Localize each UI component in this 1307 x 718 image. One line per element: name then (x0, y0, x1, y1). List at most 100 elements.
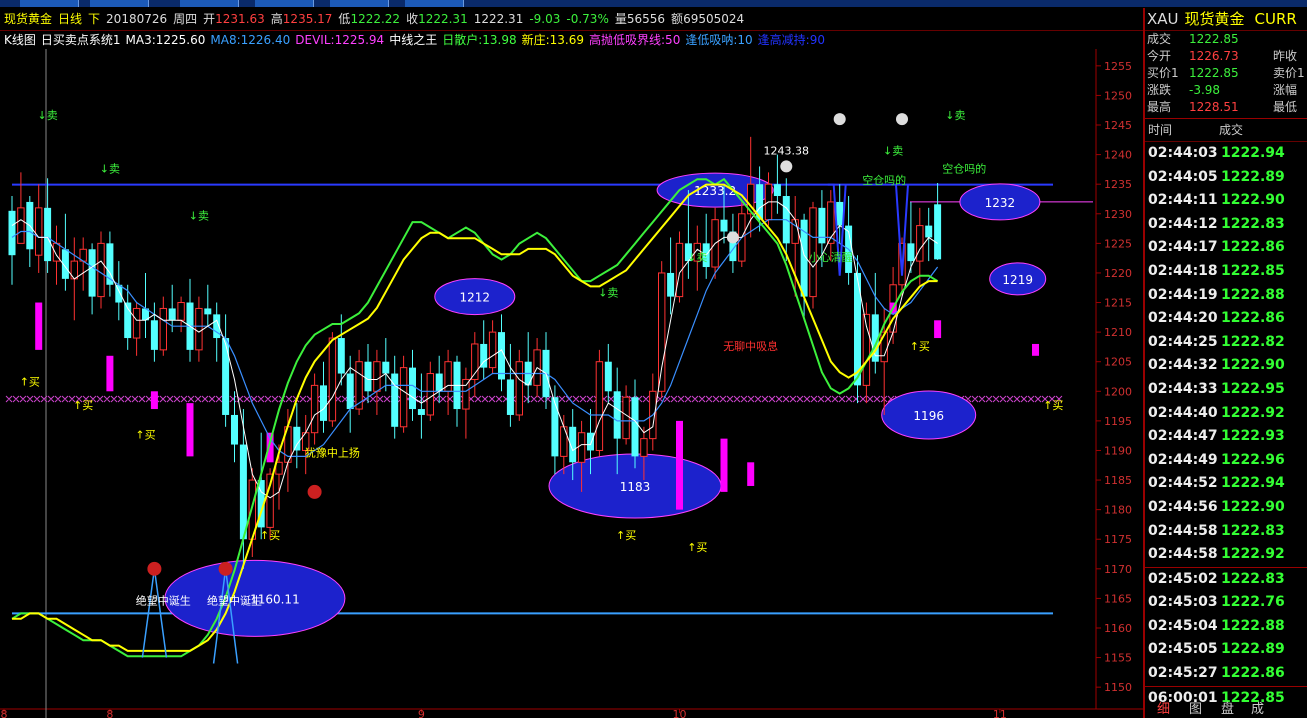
indicator-legend-item[interactable]: DEVIL:1225.94 (295, 33, 384, 47)
indicator-legend-item[interactable]: 新庄:13.69 (522, 33, 584, 47)
tick-time: 02:44:17 (1148, 239, 1218, 256)
bottom-tab[interactable]: 盘 (1221, 702, 1234, 718)
change-pct: -0.73% (566, 12, 609, 26)
candle-body (382, 361, 390, 374)
signal-dot (218, 561, 233, 576)
tick-time: 02:44:03 (1148, 145, 1218, 161)
tick-price: 1222.83 (1221, 215, 1285, 232)
candle-body (115, 284, 123, 303)
y-tick-label: 1215 (1104, 297, 1132, 310)
annotation-ellipse-label: 1183 (620, 480, 651, 494)
indicator-legend-item[interactable]: 日买卖点系统1 (41, 33, 121, 47)
annotation-ellipse-label: 1232 (985, 196, 1016, 210)
tick-time: 02:44:11 (1148, 192, 1218, 209)
y-tick-label: 1180 (1104, 504, 1132, 517)
tick-time: 02:44:49 (1148, 451, 1218, 468)
nav-tab[interactable] (330, 0, 389, 7)
candle-body (613, 391, 621, 439)
tick-row: 02:44:58 1222.83 (1145, 520, 1307, 544)
tick-price: 1222.89 (1221, 641, 1285, 658)
quote-table: 成交 1222.85 今开 1226.73 昨收 买价1 1222.85 卖价1 涨跌 -3.98… (1145, 31, 1307, 119)
candle-body (399, 367, 408, 428)
candle-body (916, 225, 924, 262)
indicator-legend-item[interactable]: 日散户:13.98 (442, 33, 516, 47)
nav-tab[interactable] (20, 0, 79, 7)
candle-body (925, 225, 933, 238)
close-label: 收 (406, 12, 419, 26)
signal-block (150, 391, 158, 410)
y-tick-label: 1230 (1104, 208, 1132, 221)
smiley-icon (896, 113, 908, 126)
tick-list[interactable]: 02:44:03 1222.94 02:44:05 1222.89 02:44:11 12… (1145, 142, 1307, 710)
quote-title: XAU 现货黄金 CURR (1145, 8, 1307, 31)
candle-body (417, 409, 425, 415)
indicator-legend-item[interactable]: 中线之王 (389, 33, 437, 47)
tick-time: 02:44:58 (1148, 522, 1218, 539)
y-tick-label: 1155 (1104, 652, 1132, 665)
quote-label: 成交 (1147, 32, 1172, 46)
high-label: 高 (270, 12, 283, 26)
signal-block (1032, 343, 1039, 356)
annotation-label: 小心清醒 (809, 251, 853, 264)
low-label: 低 (338, 12, 351, 26)
indicator-legend-item[interactable]: MA8:1226.40 (210, 33, 290, 47)
tick-price: 1222.85 (1221, 262, 1285, 279)
amount-label: 额 (671, 12, 684, 26)
candle-body (168, 308, 176, 321)
tick-price: 1222.93 (1221, 428, 1285, 445)
candle-body (515, 361, 523, 416)
candle-body (426, 373, 435, 416)
annotation-label: 无聊中吸息 (723, 339, 778, 353)
y-tick-label: 1185 (1104, 474, 1132, 487)
tick-row: 02:44:52 1222.94 (1145, 472, 1307, 496)
candle-body (204, 308, 212, 315)
weekday-label: 周四 (173, 12, 198, 26)
quote-right-label: 卖价1 (1273, 66, 1305, 80)
y-tick-label: 1250 (1104, 89, 1132, 102)
candle-body (222, 338, 230, 415)
y-tick-label: 1255 (1104, 60, 1132, 73)
candle-body (907, 243, 915, 262)
tick-row: 02:45:27 1222.86 (1145, 662, 1307, 686)
indicator-legend-item[interactable]: 逢低吸呐:10 (685, 33, 752, 47)
annotation-label: 犹豫中上扬 (305, 445, 360, 459)
annotation-ellipse-label: 1219 (1002, 273, 1033, 287)
period-label[interactable]: 日线 (58, 12, 82, 26)
y-tick-label: 1190 (1104, 444, 1132, 457)
indicator-legend-item[interactable]: 高抛低吸界线:50 (589, 33, 680, 47)
sell-signal: ↓卖 (100, 162, 120, 175)
smiley-icon (833, 113, 846, 126)
indicator-legend-bar: K线图 日买卖点系统1 MA3:1225.60 MA8:1226.40 DEVIL:12… (0, 31, 1143, 49)
price-chart[interactable]: 1150 1155 1160 1165 1170 1175 1180 1185 1190 1195… (0, 49, 1143, 718)
buy-signal: ↑买 (1043, 399, 1063, 412)
y-tick-label: 1240 (1104, 149, 1132, 162)
annotation-label: 空仓吗的 (942, 161, 986, 175)
tick-row: 02:44:17 1222.86 (1145, 236, 1307, 260)
candle-body (159, 307, 168, 351)
indicator-legend-item[interactable]: MA3:1225.60 (126, 33, 206, 47)
signal-block (720, 438, 728, 492)
x-tick-label: 11 (993, 708, 1007, 718)
tick-price: 1222.90 (1221, 192, 1285, 209)
indicator-legend-item[interactable]: 逢高减持:90 (758, 33, 825, 47)
candle-body (435, 373, 443, 392)
candle-body (934, 204, 942, 260)
indicator-legend-item[interactable]: K线图 (4, 33, 36, 47)
candle-body (667, 272, 675, 297)
quote-value: 1222.85 (1189, 32, 1239, 46)
bottom-tab[interactable]: 图 (1189, 702, 1202, 718)
nav-tab[interactable] (255, 0, 314, 7)
nav-tab[interactable] (90, 0, 149, 7)
tick-time: 02:44:20 (1148, 310, 1218, 327)
tick-price: 1222.76 (1221, 594, 1285, 611)
bottom-tab[interactable]: 成 (1251, 702, 1264, 718)
nav-tab[interactable] (405, 0, 464, 7)
tick-price: 1222.90 (1221, 357, 1285, 374)
tick-row: 02:44:20 1222.86 (1145, 307, 1307, 331)
buy-signal: ↑买 (910, 340, 930, 353)
bottom-tab[interactable]: 细 (1157, 702, 1170, 718)
candle-body (293, 426, 301, 451)
tick-price: 1222.86 (1221, 310, 1285, 327)
sell-signal: ↓卖 (687, 251, 707, 264)
nav-tab[interactable] (180, 0, 239, 7)
